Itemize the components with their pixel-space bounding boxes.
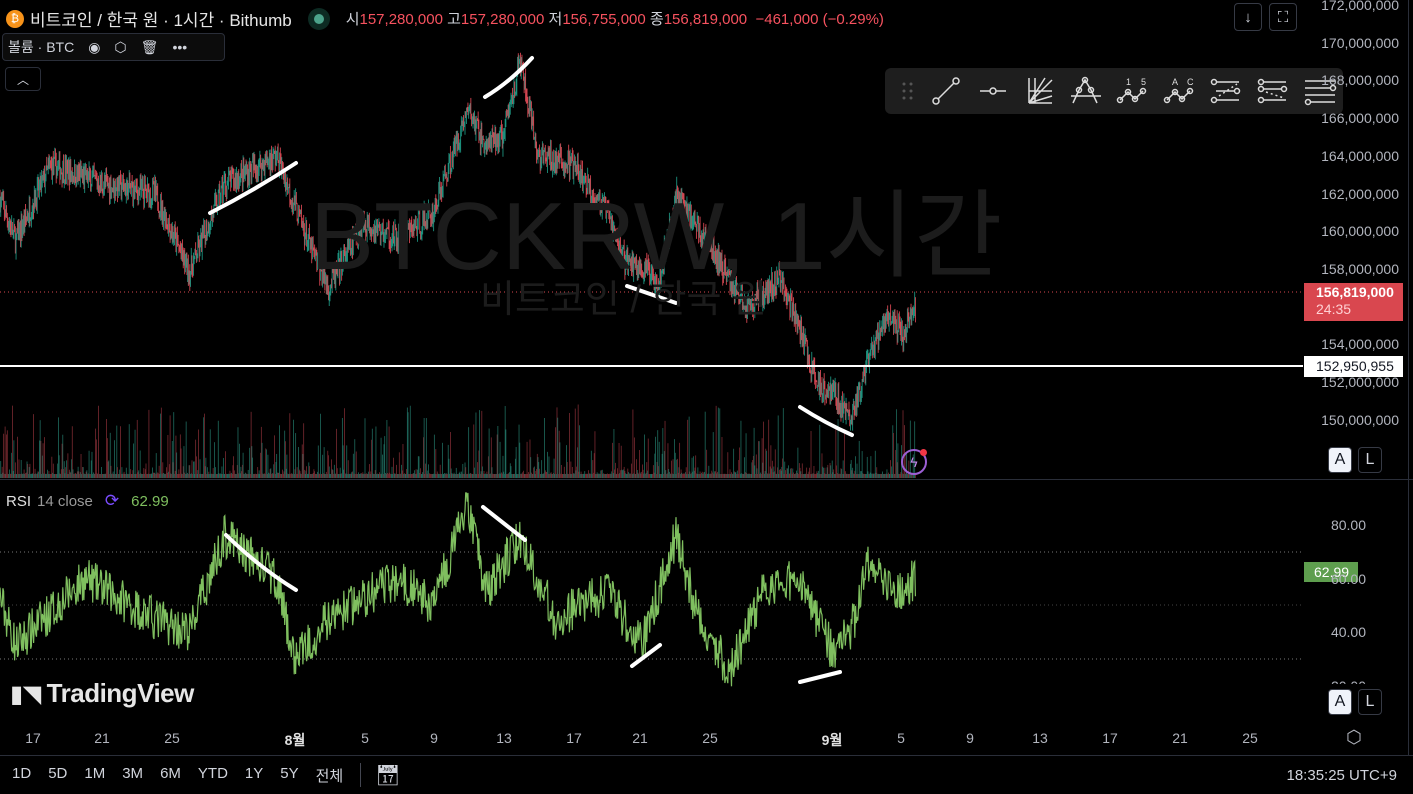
time-tick: 17	[566, 730, 582, 746]
svg-text:1: 1	[1126, 77, 1131, 87]
symbol-legend: ₿ 비트코인 / 한국 원 · 1시간 · Bithumb 시157,280,0…	[6, 6, 884, 31]
change-value: −461,000 (−0.29%)	[755, 11, 884, 28]
time-tick: 9	[966, 730, 974, 746]
rsi-label: RSI	[6, 492, 32, 510]
time-tick: 25	[1242, 730, 1258, 746]
sync-icon[interactable]: ⟳	[105, 491, 119, 511]
horizontal-ray-icon[interactable]	[969, 71, 1016, 111]
price-tick: 150,000,000	[1321, 411, 1399, 428]
range-6m[interactable]: 6M	[160, 765, 181, 786]
price-tick: 172,000,000	[1321, 0, 1399, 13]
rsi-legend: RSI 14 close ⟳ 62.99	[6, 491, 169, 511]
arrow-down-icon: ↓	[1244, 8, 1252, 26]
time-tick: 13	[1032, 730, 1048, 746]
rsi-tick: 60.00	[1330, 570, 1366, 587]
time-tick: 25	[702, 730, 718, 746]
scroll-to-latest-button[interactable]: ↓	[1234, 3, 1262, 31]
eye-icon[interactable]: ◉	[88, 39, 100, 56]
time-tick: 21	[632, 730, 648, 746]
price-tick: 160,000,000	[1321, 223, 1399, 240]
auto-scale-button[interactable]: A	[1328, 447, 1352, 473]
rsi-chart[interactable]	[0, 480, 1303, 718]
price-tick: 158,000,000	[1321, 261, 1399, 278]
fib-fan-icon[interactable]	[1016, 71, 1063, 111]
bitcoin-logo-icon: ₿	[6, 9, 24, 28]
watermark-sub: 비트코인 / 한국 원	[480, 279, 767, 321]
ohlc-values: 시157,280,000 고157,280,000 저156,755,000 종…	[345, 11, 884, 28]
svg-text:A: A	[1172, 77, 1178, 87]
log-scale-button[interactable]: L	[1358, 447, 1382, 473]
pattern-icon[interactable]	[1063, 71, 1110, 111]
current-price: 156,819,000	[1316, 284, 1394, 300]
time-tick: 25	[164, 730, 180, 746]
price-tick: 162,000,000	[1321, 185, 1399, 202]
range-1m[interactable]: 1M	[84, 765, 105, 786]
rsi-auto-scale-button[interactable]: A	[1328, 689, 1352, 715]
drawing-toolbar: 15 AC	[885, 68, 1343, 114]
rsi-trend-drawing	[798, 670, 842, 684]
time-tick: 9	[430, 730, 438, 746]
price-tick: 168,000,000	[1321, 72, 1399, 89]
right-border	[1408, 0, 1409, 755]
divider	[360, 763, 362, 787]
time-tick: 17	[1102, 730, 1118, 746]
rsi-log-scale-button[interactable]: L	[1358, 689, 1382, 715]
regression-icon[interactable]	[1250, 71, 1297, 111]
volume-legend: 볼륨 · BTC ◉ ⬡ 🗑︎ •••	[2, 33, 225, 61]
bottom-toolbar: 1D 5D 1M 3M 6M YTD 1Y 5Y 전체 📅︎ 18:35:25 UTC+9	[0, 755, 1413, 794]
rsi-trend-drawing	[481, 505, 527, 542]
trash-icon[interactable]: 🗑︎	[141, 39, 159, 56]
elliott-impulse-icon[interactable]: 15	[1110, 71, 1157, 111]
symbol-title[interactable]: 비트코인 / 한국 원 · 1시간 · Bithumb	[30, 6, 292, 31]
price-tick: 170,000,000	[1321, 34, 1399, 51]
rsi-tick: 40.00	[1330, 624, 1366, 640]
clock[interactable]: 18:35:25 UTC+9	[1287, 767, 1398, 784]
price-tick: 166,000,000	[1321, 110, 1399, 127]
range-5y[interactable]: 5Y	[280, 765, 298, 786]
price-tick: 152,000,000	[1321, 374, 1399, 391]
trend-line-icon[interactable]	[923, 71, 970, 111]
collapse-legend-button[interactable]: ︿	[5, 67, 41, 91]
fullscreen-icon: ⛶	[1277, 8, 1289, 26]
lightning-alert-icon[interactable]: ϟ	[901, 449, 927, 475]
range-ytd[interactable]: YTD	[198, 765, 228, 786]
svg-text:C: C	[1187, 77, 1194, 87]
range-5d[interactable]: 5D	[48, 765, 67, 786]
chart-settings-icon[interactable]: ⬡	[1346, 727, 1362, 748]
volume-label: 볼륨 · BTC	[8, 39, 75, 55]
rsi-line	[0, 492, 916, 687]
time-tick: 5	[897, 730, 905, 746]
price-tick: 154,000,000	[1321, 336, 1399, 353]
range-3m[interactable]: 3M	[122, 765, 143, 786]
time-tick: 5	[361, 730, 369, 746]
elliott-correction-icon[interactable]: AC	[1156, 71, 1203, 111]
time-tick: 9월	[821, 732, 843, 748]
volume-bars	[0, 404, 916, 478]
range-전체[interactable]: 전체	[316, 765, 344, 786]
chevron-up-icon: ︿	[16, 72, 29, 87]
go-to-date-icon[interactable]: 📅︎	[375, 763, 400, 788]
price-tick: 164,000,000	[1321, 147, 1399, 164]
svg-text:5: 5	[1141, 77, 1146, 87]
rsi-value: 62.99	[131, 492, 169, 510]
time-tick: 17	[25, 730, 41, 746]
market-status-icon[interactable]	[307, 7, 330, 30]
rsi-params: 14 close	[37, 492, 93, 510]
drag-handle-icon[interactable]	[893, 71, 923, 111]
current-price-badge: 156,819,000 24:35	[1304, 283, 1403, 321]
bar-countdown: 24:35	[1316, 301, 1352, 317]
settings-icon[interactable]: ⬡	[114, 39, 126, 56]
time-tick: 13	[496, 730, 512, 746]
parallel-channel-icon[interactable]	[1203, 71, 1250, 111]
rsi-tick: 80.00	[1330, 517, 1366, 533]
time-tick: 8월	[284, 732, 306, 748]
fullscreen-button[interactable]: ⛶	[1269, 3, 1297, 31]
time-tick: 21	[94, 730, 110, 746]
more-icon[interactable]: •••	[172, 39, 187, 55]
range-1y[interactable]: 1Y	[245, 765, 263, 786]
tradingview-logo: ▮◥ TradingView	[10, 678, 194, 708]
range-1d[interactable]: 1D	[12, 765, 31, 786]
time-tick: 21	[1172, 730, 1188, 746]
